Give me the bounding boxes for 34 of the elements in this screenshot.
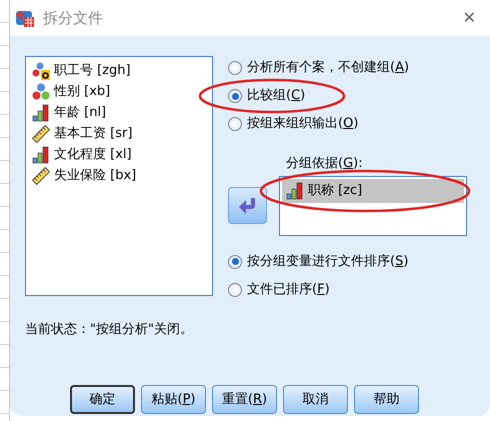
- variable-item[interactable]: 年龄 [nl]: [54, 102, 106, 122]
- group-variable-item[interactable]: 职称 [zc]: [282, 178, 464, 202]
- bar-chart-icon: [32, 104, 50, 122]
- window-title: 拆分文件: [43, 8, 104, 29]
- dialog-button[interactable]: 取消: [283, 385, 348, 414]
- dialog-button[interactable]: 重置(R): [212, 385, 277, 414]
- variable-list[interactable]: 职工号 [zgh] 性别 [xb] 年龄 [nl] 基本工资 [sr] 文化程度 [xl] 失业保险 [bx]: [25, 56, 213, 296]
- status-text: 当前状态："按组分析"关闭。: [25, 320, 194, 338]
- variable-item[interactable]: 基本工资 [sr]: [54, 124, 132, 144]
- group-by-label: 分组依据(G):: [286, 155, 364, 173]
- radio-button[interactable]: [228, 117, 242, 131]
- bar-chart-icon: [286, 182, 304, 200]
- radio-button[interactable]: [228, 254, 242, 268]
- variable-item[interactable]: 职工号 [zgh]: [54, 60, 131, 80]
- dialog-button[interactable]: 确定: [70, 385, 135, 414]
- group-by-list[interactable]: 职称 [zc]: [279, 176, 467, 236]
- variable-item[interactable]: 文化程度 [xl]: [54, 144, 132, 164]
- close-button[interactable]: ✕: [458, 6, 480, 30]
- arrow-icon: [238, 196, 258, 214]
- radio-button[interactable]: [228, 89, 242, 103]
- nominal-icon: [32, 82, 50, 100]
- radio-label[interactable]: 文件已排序(F): [247, 280, 330, 300]
- bar-chart-icon: [32, 146, 50, 164]
- variable-item[interactable]: 性别 [xb]: [54, 82, 110, 102]
- radio-label[interactable]: 按组来组织输出(O): [247, 114, 358, 134]
- dialog-button[interactable]: 粘贴(P): [141, 385, 206, 414]
- move-button[interactable]: [228, 187, 267, 224]
- nominal-string-icon: [32, 62, 50, 80]
- radio-button[interactable]: [228, 61, 242, 75]
- radio-label[interactable]: 按分组变量进行文件排序(S): [247, 252, 408, 272]
- radio-button[interactable]: [228, 282, 242, 296]
- radio-label[interactable]: 分析所有个案，不创建组(A): [247, 58, 410, 78]
- variable-item[interactable]: 失业保险 [bx]: [54, 166, 136, 186]
- dialog-button[interactable]: 帮助: [354, 385, 419, 414]
